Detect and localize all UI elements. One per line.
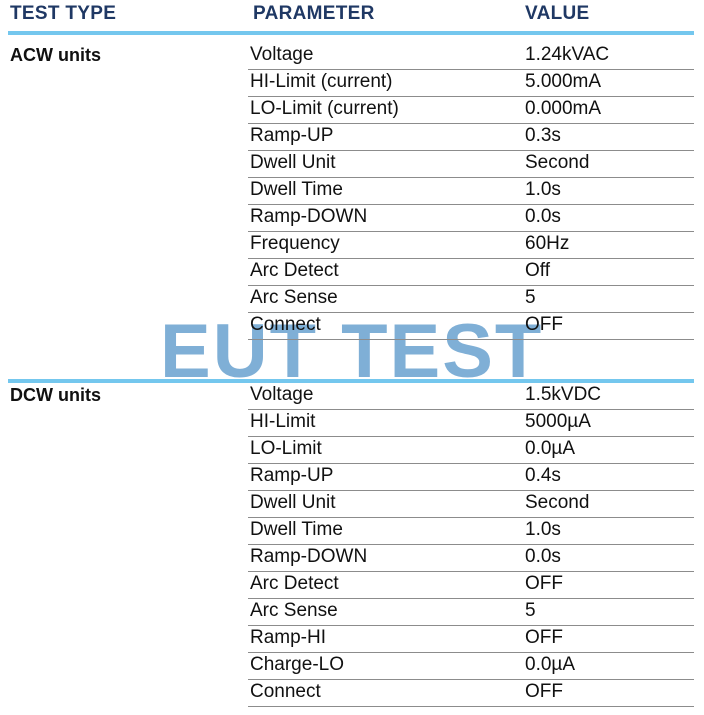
- cell-parameter: LO-Limit: [250, 438, 322, 459]
- cell-value: 5: [525, 287, 536, 308]
- table-row: LO-Limit 0.0µA: [248, 437, 694, 464]
- cell-parameter: Ramp-DOWN: [250, 546, 368, 567]
- cell-parameter: Arc Detect: [250, 260, 339, 281]
- cell-value: 0.3s: [525, 125, 561, 146]
- cell-value: 1.5kVDC: [525, 384, 602, 405]
- table-row: Charge-LO 0.0µA: [248, 653, 694, 680]
- cell-value: OFF: [525, 314, 563, 335]
- column-header-test-type: TEST TYPE: [10, 3, 117, 24]
- row-divider: [248, 339, 694, 340]
- table-row: Dwell Time 1.0s: [248, 178, 694, 205]
- table-row: Ramp-UP 0.4s: [248, 464, 694, 491]
- cell-parameter: Ramp-UP: [250, 125, 334, 146]
- cell-value: 0.0s: [525, 546, 561, 567]
- section-label-dcw: DCW units: [10, 385, 101, 405]
- table-row: HI-Limit (current) 5.000mA: [248, 70, 694, 97]
- table-row: Arc Sense 5: [248, 286, 694, 313]
- cell-value: OFF: [525, 681, 563, 702]
- cell-parameter: Ramp-HI: [250, 627, 327, 648]
- cell-parameter: Arc Detect: [250, 573, 339, 594]
- header-accent-rule: [8, 31, 694, 35]
- cell-parameter: Dwell Time: [250, 519, 343, 540]
- cell-value: Off: [525, 260, 550, 281]
- table-row: Ramp-UP 0.3s: [248, 124, 694, 151]
- cell-value: 60Hz: [525, 233, 570, 254]
- cell-parameter: Dwell Time: [250, 179, 343, 200]
- cell-value: 0.0µA: [525, 654, 576, 675]
- cell-parameter: Arc Sense: [250, 600, 338, 621]
- cell-value: Second: [525, 152, 590, 173]
- cell-parameter: Dwell Unit: [250, 152, 336, 173]
- cell-value: OFF: [525, 627, 563, 648]
- table-row: Frequency 60Hz: [248, 232, 694, 259]
- cell-value: Second: [525, 492, 590, 513]
- table-row: Voltage 1.5kVDC: [248, 383, 694, 410]
- cell-parameter: Charge-LO: [250, 654, 344, 675]
- table-row: Ramp-HI OFF: [248, 626, 694, 653]
- cell-value: 5000µA: [525, 411, 591, 432]
- cell-value: 0.000mA: [525, 98, 602, 119]
- table-row: LO-Limit (current) 0.000mA: [248, 97, 694, 124]
- cell-parameter: HI-Limit (current): [250, 71, 393, 92]
- cell-value: 0.4s: [525, 465, 561, 486]
- cell-parameter: HI-Limit: [250, 411, 316, 432]
- cell-parameter: Connect: [250, 314, 321, 335]
- table-row: Voltage 1.24kVAC: [248, 43, 694, 70]
- cell-value: 1.0s: [525, 519, 561, 540]
- table-row: HI-Limit 5000µA: [248, 410, 694, 437]
- cell-parameter: Arc Sense: [250, 287, 338, 308]
- table-row: Arc Detect Off: [248, 259, 694, 286]
- cell-value: OFF: [525, 573, 563, 594]
- table-row: Dwell Unit Second: [248, 491, 694, 518]
- spec-table-sheet: EUT TEST TEST TYPE PARAMETER VALUE ACW u…: [0, 0, 704, 715]
- section-label-acw: ACW units: [10, 45, 101, 65]
- column-header-value: VALUE: [525, 3, 590, 24]
- cell-value: 5: [525, 600, 536, 621]
- cell-parameter: Voltage: [250, 44, 314, 65]
- cell-parameter: Ramp-UP: [250, 465, 334, 486]
- table-row: Arc Sense 5: [248, 599, 694, 626]
- row-divider: [248, 706, 694, 707]
- cell-parameter: Voltage: [250, 384, 314, 405]
- table-row: Arc Detect OFF: [248, 572, 694, 599]
- cell-value: 0.0s: [525, 206, 561, 227]
- cell-value: 0.0µA: [525, 438, 576, 459]
- table-row: Ramp-DOWN 0.0s: [248, 205, 694, 232]
- table-row: Connect OFF: [248, 680, 694, 707]
- table-row: Dwell Time 1.0s: [248, 518, 694, 545]
- table-row: Connect OFF: [248, 313, 694, 340]
- cell-value: 1.24kVAC: [525, 44, 610, 65]
- cell-value: 5.000mA: [525, 71, 602, 92]
- cell-value: 1.0s: [525, 179, 561, 200]
- cell-parameter: Ramp-DOWN: [250, 206, 368, 227]
- table-row: Dwell Unit Second: [248, 151, 694, 178]
- section-divider-accent-rule: [8, 379, 694, 383]
- cell-parameter: Frequency: [250, 233, 340, 254]
- table-body: Voltage 1.24kVAC HI-Limit (current) 5.000mA…: [0, 0, 704, 715]
- cell-parameter: Dwell Unit: [250, 492, 336, 513]
- cell-parameter: LO-Limit (current): [250, 98, 399, 119]
- column-header-parameter: PARAMETER: [253, 3, 375, 24]
- cell-parameter: Connect: [250, 681, 321, 702]
- table-header-row: TEST TYPE PARAMETER VALUE: [0, 0, 704, 30]
- table-row: Ramp-DOWN 0.0s: [248, 545, 694, 572]
